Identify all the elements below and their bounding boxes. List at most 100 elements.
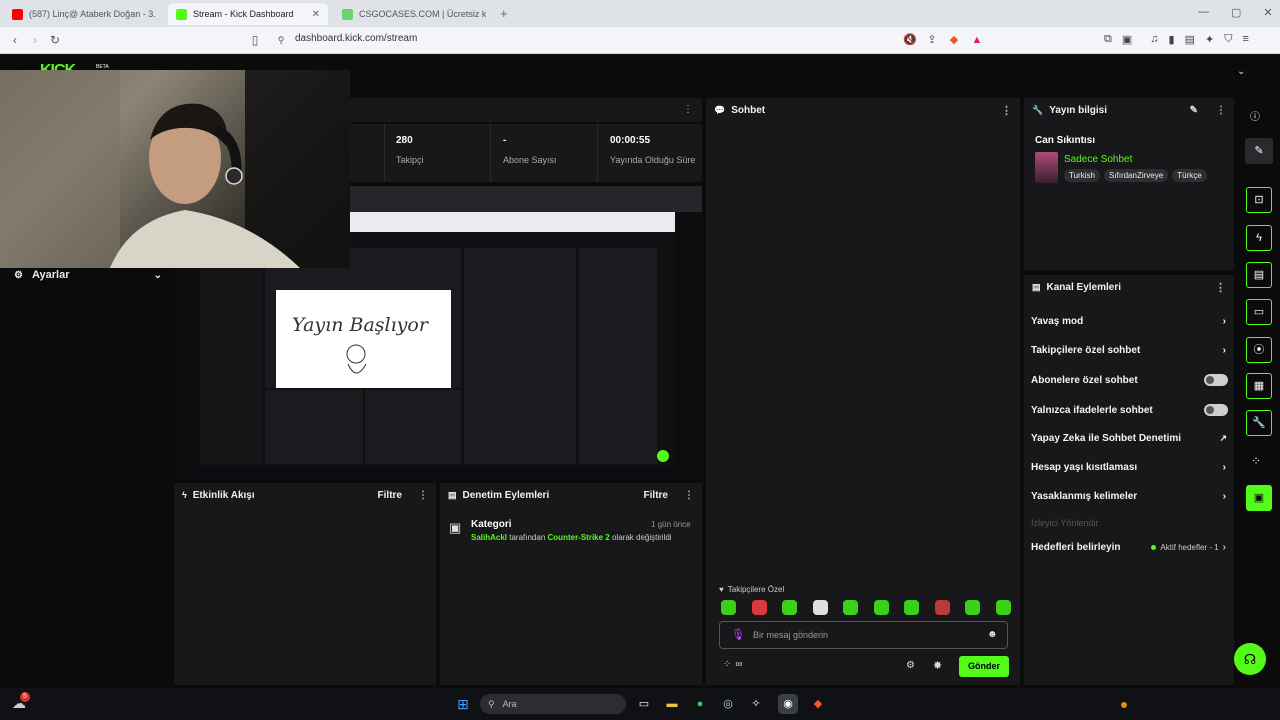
tag-chip[interactable]: SıfırdanZirveye [1103, 169, 1169, 182]
tag-chip[interactable]: Türkçe [1172, 169, 1207, 182]
url-field[interactable]: dashboard.kick.com/stream [295, 33, 417, 44]
mute-icon[interactable]: 🔇 [903, 33, 917, 47]
chevron-right-icon: › [1222, 316, 1226, 327]
emoji-icon[interactable]: ☻ [987, 629, 998, 640]
brave-shield-icon[interactable]: ◆ [947, 33, 961, 47]
rail-layout-icon[interactable]: ▦ [1246, 373, 1272, 399]
obs-icon[interactable]: ◉ [778, 694, 798, 714]
lightning-icon: ϟ [182, 490, 187, 500]
brave-browser-icon[interactable]: ◆ [808, 694, 828, 714]
brave-rewards-icon[interactable]: ▲ [970, 33, 984, 47]
minimize-icon[interactable]: — [1198, 6, 1209, 19]
emote-icon[interactable] [965, 600, 981, 615]
action-set-goals[interactable]: Hedefleri belirleyin Aktif hedefler - 1 … [1031, 542, 1226, 553]
emote-icon[interactable] [904, 600, 920, 615]
close-window-icon[interactable]: ✕ [1263, 6, 1272, 19]
rail-dots-icon[interactable]: ⁘ [1251, 454, 1261, 468]
rail-camera-icon[interactable]: ⊡ [1246, 187, 1272, 213]
rail-game-icon[interactable]: ▣ [1246, 485, 1272, 511]
close-tab-icon[interactable]: ✕ [312, 9, 320, 20]
wallet-icon[interactable]: ▤ [1185, 33, 1195, 46]
activity-menu-icon[interactable]: ⋮ [418, 490, 428, 501]
app-icon[interactable]: ✧ [746, 694, 766, 714]
moderation-filter-button[interactable]: Filtre [644, 490, 668, 501]
menu-icon[interactable]: ≡ [1242, 33, 1248, 46]
stream-info-header: 🔧 Yayın bilgisi ✎ ⋮ [1024, 98, 1234, 122]
help-chat-icon[interactable]: ☊ [1234, 643, 1266, 675]
rail-lightning-icon[interactable]: ϟ [1246, 225, 1272, 251]
taskbar-search[interactable]: ⚲ Ara [480, 694, 626, 714]
sidebar-item-settings[interactable]: ⚙ Ayarlar ⌄ [14, 269, 162, 281]
emote-icon[interactable] [721, 600, 736, 615]
file-explorer-icon[interactable]: ▬ [662, 694, 682, 714]
emote-icon[interactable] [873, 600, 889, 615]
category-name[interactable]: Sadece Sohbet [1064, 154, 1132, 165]
sidebar-icon[interactable]: ▮ [1169, 33, 1175, 46]
action-slow-mode[interactable]: Yavaş mod › [1031, 316, 1226, 327]
rail-chat-icon[interactable]: ▭ [1246, 299, 1272, 325]
site-info-icon[interactable]: ⚲ [274, 33, 288, 47]
new-tab-button[interactable]: + [500, 6, 508, 21]
action-account-age[interactable]: Hesap yaşı kısıtlaması › [1031, 462, 1226, 473]
channel-actions-menu-icon[interactable]: ⋮ [1215, 281, 1226, 294]
action-followers-only[interactable]: Takipçilere özel sohbet › [1031, 345, 1226, 356]
edit-icon[interactable]: ✎ [1190, 105, 1198, 116]
rail-wrench-icon[interactable]: 🔧 [1246, 410, 1272, 436]
spotify-icon[interactable]: ● [690, 694, 710, 714]
send-button[interactable]: Gönder [959, 656, 1009, 677]
rail-broadcast-icon[interactable]: ⦿ [1246, 337, 1272, 363]
rail-document-icon[interactable]: ▤ [1246, 262, 1272, 288]
preview-menu-icon[interactable]: ⋮ [683, 104, 693, 115]
emote-icon[interactable] [812, 600, 828, 615]
windows-start-icon[interactable]: ⊞ [453, 694, 473, 714]
microphone-icon[interactable]: 🎙 [731, 628, 745, 641]
category-thumbnail[interactable] [1035, 152, 1058, 183]
profile-chevron-icon[interactable]: ⌄ [1237, 66, 1245, 77]
emote-icon[interactable] [843, 600, 859, 615]
heart-icon: ♥ [719, 585, 724, 594]
media-icon[interactable]: ♫ [1150, 33, 1158, 46]
uptime-value: 00:00:55 [610, 135, 651, 146]
forward-icon[interactable]: › [28, 33, 42, 47]
stream-info-menu-icon[interactable]: ⋮ [1216, 105, 1226, 116]
activity-filter-button[interactable]: Filtre [378, 490, 402, 501]
vpn-icon[interactable]: ⛉ [1224, 33, 1232, 46]
chat-settings-icon[interactable]: ⚙ [906, 660, 915, 671]
emotes-only-toggle[interactable] [1204, 404, 1228, 416]
moderator-username[interactable]: SalihAckl [471, 533, 507, 542]
reload-icon[interactable]: ↻ [48, 33, 62, 47]
subscribers-only-toggle[interactable] [1204, 374, 1228, 386]
share-icon[interactable]: ⇪ [925, 33, 939, 47]
bookmark-icon[interactable]: ▯ [248, 33, 262, 47]
subs-label: Abone Sayısı [503, 155, 557, 165]
tag-chip[interactable]: Turkish [1064, 169, 1100, 182]
screenshot-icon[interactable]: ▣ [1122, 33, 1132, 46]
chat-menu-icon[interactable]: ⋮ [1001, 104, 1012, 117]
extensions-icon[interactable]: ⧉ [1104, 33, 1112, 46]
browser-tab-youtube[interactable]: (587) Linç@ Ataberk Doğan - 3. Sezo [4, 3, 164, 25]
kick-points-icon[interactable]: ⁘ [723, 659, 731, 670]
activity-title: Etkinlik Akışı [192, 489, 255, 501]
info-icon[interactable]: ⓘ [1250, 108, 1260, 123]
puzzle-icon[interactable]: ✸ [933, 659, 942, 672]
tray-indicator-icon [1121, 702, 1127, 708]
maximize-icon[interactable]: ▢ [1231, 6, 1241, 19]
leo-ai-icon[interactable]: ✦ [1205, 33, 1214, 46]
back-icon[interactable]: ‹ [8, 33, 22, 47]
emote-icon[interactable] [934, 600, 950, 615]
action-banned-words[interactable]: Yasaklanmış kelimeler › [1031, 491, 1226, 502]
steam-icon[interactable]: ◎ [718, 694, 738, 714]
game-name[interactable]: Counter-Strike 2 [548, 533, 610, 542]
youtube-icon [12, 8, 23, 20]
uptime-label: Yayında Olduğu Süre [610, 155, 696, 165]
browser-extensions: ⧉ ▣ ♫ ▮ ▤ ✦ ⛉ ≡ [1104, 33, 1249, 46]
edit-layout-button[interactable]: ✎ [1245, 138, 1273, 164]
browser-tab-kick[interactable]: Stream - Kick Dashboard ✕ [168, 3, 328, 25]
browser-tab-csgocases[interactable]: CSGOCASES.COM | Ücretsiz kasa 2 C [334, 3, 494, 25]
moderation-menu-icon[interactable]: ⋮ [684, 490, 694, 501]
emote-icon[interactable] [751, 600, 767, 615]
emote-icon[interactable] [995, 600, 1011, 615]
task-view-icon[interactable]: ▭ [634, 694, 654, 714]
action-ai-moderation[interactable]: Yapay Zeka ile Sohbet Denetimi ↗ [1031, 433, 1227, 444]
emote-icon[interactable] [782, 600, 798, 615]
